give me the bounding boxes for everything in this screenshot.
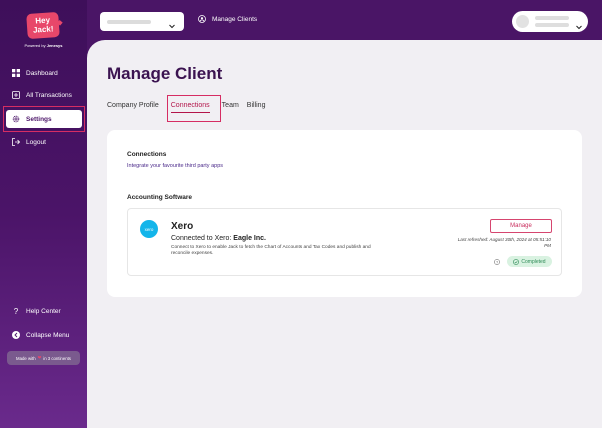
connections-subtitle: Integrate your favourite third party app…: [127, 163, 223, 169]
sidebar-item-logout[interactable]: Logout: [6, 133, 82, 151]
tab-company-profile[interactable]: Company Profile: [107, 102, 159, 109]
chevron-down-icon: [168, 17, 176, 35]
powered-prefix: Powered by: [24, 43, 46, 48]
made-with-prefix: Made with: [16, 355, 36, 361]
svg-text:?: ?: [496, 260, 498, 264]
manage-button[interactable]: Manage: [490, 219, 552, 233]
sidebar-item-help-center[interactable]: ? Help Center: [6, 302, 82, 320]
client-selector-dropdown[interactable]: [100, 12, 184, 31]
sidebar-item-label: Collapse Menu: [26, 331, 70, 339]
heyjack-logo[interactable]: Hey Jack!: [26, 11, 63, 40]
status-badge: Completed: [507, 256, 552, 267]
integration-name: Xero: [171, 221, 194, 232]
logo-line2: Jack!: [32, 24, 54, 35]
xero-logo-icon: xero: [140, 220, 158, 238]
client-selector-placeholder: [107, 20, 151, 24]
help-circle-icon[interactable]: ?: [494, 259, 500, 265]
powered-by: Powered by Jenesys: [0, 43, 87, 48]
integration-description: Connect to Xero to enable Jack to fetch …: [171, 245, 371, 256]
tab-billing[interactable]: Billing: [247, 102, 266, 109]
xero-integration-card: xero Xero Connected to Xero: Eagle Inc. …: [127, 208, 562, 276]
powered-brand: Jenesys: [46, 43, 63, 48]
sidebar-item-label: Dashboard: [26, 69, 58, 77]
avatar: [516, 15, 529, 28]
tab-team[interactable]: Team: [222, 102, 239, 109]
connections-card: Connections Integrate your favourite thi…: [107, 130, 582, 297]
page-title: Manage Client: [107, 64, 223, 83]
sidebar-item-all-transactions[interactable]: All Transactions: [6, 86, 82, 104]
connected-to: Connected to Xero: Eagle Inc.: [171, 235, 266, 242]
accounting-software-title: Accounting Software: [127, 194, 193, 201]
clients-icon: [198, 15, 206, 23]
heart-icon: ❤: [37, 355, 42, 360]
dashboard-icon: [12, 69, 20, 77]
connections-highlight-box: [167, 95, 221, 122]
question-icon: ?: [13, 306, 19, 316]
last-refreshed: Last refreshed: August 30th, 2024 at 05:…: [457, 237, 551, 248]
settings-highlight-box: [3, 106, 85, 132]
sidebar: Hey Jack! Powered by Jenesys Dashboard A…: [0, 0, 87, 428]
user-name-placeholder: [535, 16, 569, 20]
main-content: Manage Client Company Profile Connection…: [87, 40, 602, 428]
xero-logo-text: xero: [144, 226, 154, 232]
collapse-icon: [12, 331, 20, 339]
sidebar-item-label: Logout: [26, 138, 46, 146]
collapse-menu-button[interactable]: Collapse Menu: [6, 326, 82, 344]
user-email-placeholder: [535, 23, 569, 27]
sidebar-item-label: All Transactions: [26, 91, 72, 99]
manage-clients-label: Manage Clients: [212, 15, 258, 23]
connected-company: Eagle Inc.: [233, 235, 266, 242]
sidebar-item-label: Help Center: [26, 307, 61, 315]
made-with-badge: Made with ❤ in 3 continents: [7, 351, 80, 365]
connected-prefix: Connected to Xero:: [171, 235, 232, 242]
logout-icon: [12, 138, 20, 146]
connections-title: Connections: [127, 151, 167, 158]
sidebar-item-dashboard[interactable]: Dashboard: [6, 64, 82, 82]
made-with-suffix: in 3 continents: [43, 355, 71, 361]
user-menu[interactable]: [512, 11, 588, 32]
manage-clients-link[interactable]: Manage Clients: [198, 15, 257, 23]
transactions-icon: [12, 91, 20, 99]
chevron-down-icon: [575, 18, 583, 36]
check-circle-icon: [513, 258, 520, 265]
status-label: Completed: [521, 258, 546, 265]
